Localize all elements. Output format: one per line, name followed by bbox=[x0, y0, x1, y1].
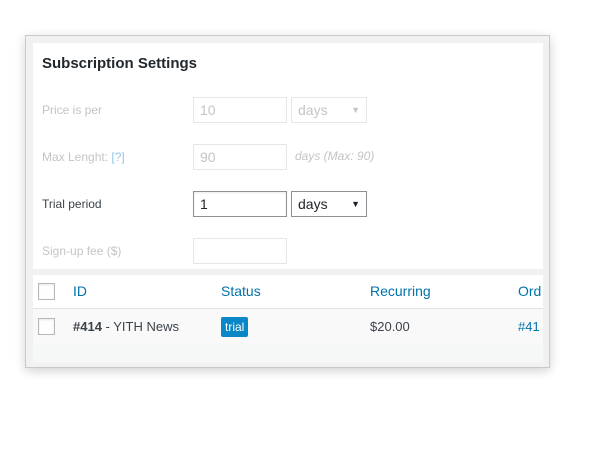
signup-fee-label: Sign-up fee ($) bbox=[42, 244, 122, 258]
column-status[interactable]: Status bbox=[221, 283, 261, 299]
chevron-down-icon: ▼ bbox=[351, 199, 360, 209]
price-per-value: 10 bbox=[200, 102, 216, 118]
max-length-help-link[interactable]: [?] bbox=[111, 150, 124, 164]
trial-period-label: Trial period bbox=[42, 197, 102, 211]
max-length-hint: days (Max: 90) bbox=[295, 149, 375, 163]
subscription-id: #414 bbox=[73, 319, 102, 334]
trial-period-row: Trial period 1 days ▼ bbox=[33, 191, 543, 219]
trial-period-input[interactable]: 1 bbox=[193, 191, 287, 217]
max-length-input[interactable]: 90 bbox=[193, 144, 287, 170]
max-length-label: Max Lenght: [?] bbox=[42, 150, 125, 164]
row-id-cell[interactable]: #414 - YITH News bbox=[73, 319, 179, 334]
trial-period-unit-value: days bbox=[298, 196, 328, 212]
max-length-label-text: Max Lenght: bbox=[42, 150, 109, 164]
column-order[interactable]: Ord bbox=[518, 283, 541, 299]
trial-period-unit-select[interactable]: days ▼ bbox=[291, 191, 367, 217]
select-all-checkbox[interactable] bbox=[38, 283, 55, 300]
trial-period-value: 1 bbox=[200, 196, 208, 212]
row-checkbox[interactable] bbox=[38, 318, 55, 335]
subscription-settings-panel: Subscription Settings Price is per 10 da… bbox=[33, 43, 543, 269]
table-row: #414 - YITH News trial $20.00 #41 bbox=[33, 309, 543, 345]
subscriptions-table: ID Status Recurring Ord #414 - YITH News… bbox=[33, 275, 543, 363]
table-header: ID Status Recurring Ord bbox=[33, 275, 543, 309]
column-recurring[interactable]: Recurring bbox=[370, 283, 431, 299]
order-link[interactable]: #41 bbox=[518, 319, 540, 334]
subscription-window: Subscription Settings Price is per 10 da… bbox=[25, 35, 550, 368]
panel-title: Subscription Settings bbox=[42, 55, 198, 72]
max-length-row: Max Lenght: [?] 90 days (Max: 90) bbox=[33, 144, 543, 172]
status-badge: trial bbox=[221, 317, 249, 337]
price-per-unit-select[interactable]: days ▼ bbox=[291, 97, 367, 123]
price-per-label: Price is per bbox=[42, 103, 103, 117]
price-per-row: Price is per 10 days ▼ bbox=[33, 97, 543, 125]
signup-fee-input[interactable] bbox=[193, 238, 287, 264]
max-length-value: 90 bbox=[200, 149, 216, 165]
chevron-down-icon: ▼ bbox=[351, 105, 360, 115]
recurring-amount: $20.00 bbox=[370, 319, 410, 334]
signup-fee-row: Sign-up fee ($) bbox=[33, 238, 543, 266]
price-per-input[interactable]: 10 bbox=[193, 97, 287, 123]
column-id[interactable]: ID bbox=[73, 283, 87, 299]
price-per-unit-value: days bbox=[298, 102, 328, 118]
subscription-name: - YITH News bbox=[101, 319, 179, 334]
